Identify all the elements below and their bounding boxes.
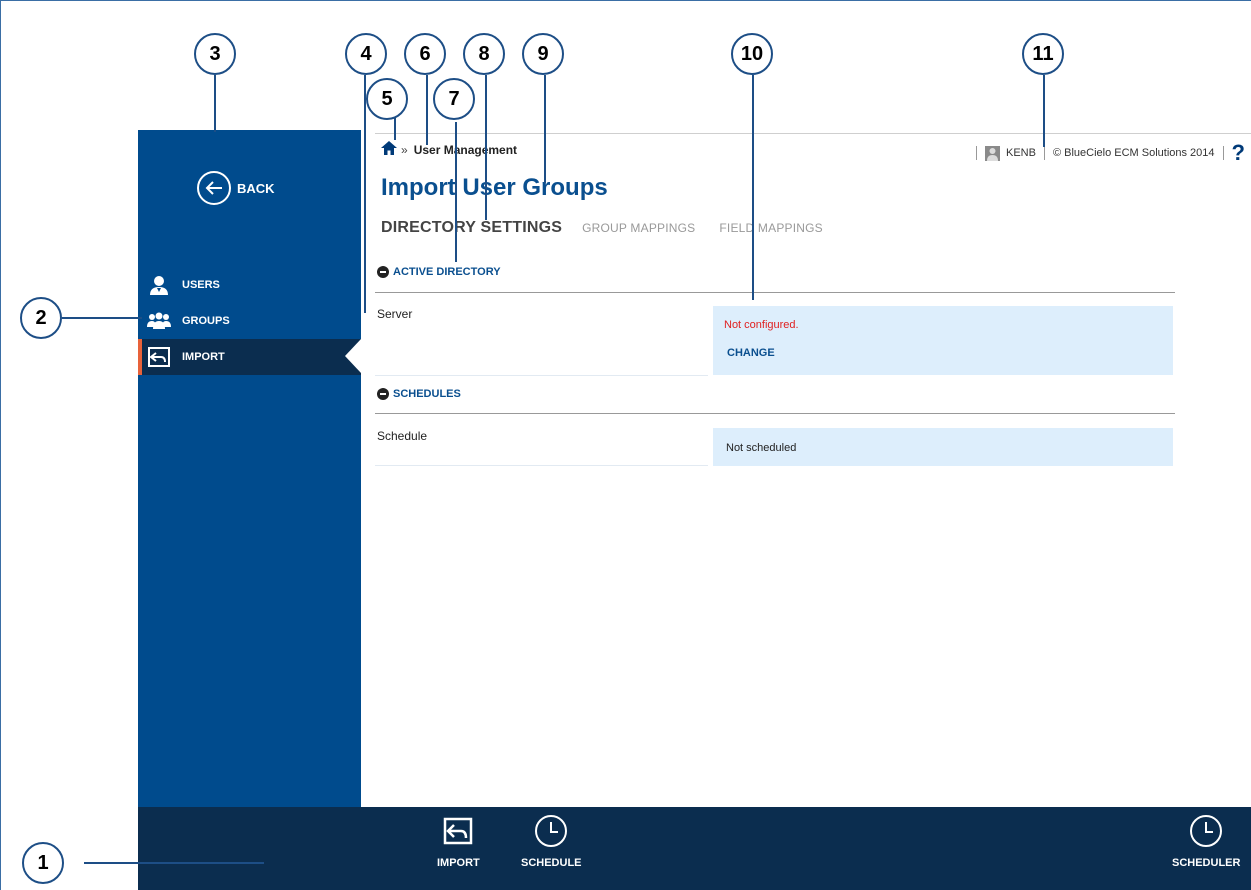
sidebar-item-users[interactable]: USERS xyxy=(138,267,361,303)
section-title: ACTIVE DIRECTORY xyxy=(393,266,501,278)
avatar[interactable] xyxy=(984,145,1000,161)
copyright-text: © BlueCielo ECM Solutions 2014 xyxy=(1052,147,1215,159)
divider xyxy=(1043,146,1045,160)
help-icon[interactable]: ? xyxy=(1232,140,1245,166)
callout-leader xyxy=(62,317,142,319)
groups-icon xyxy=(146,310,172,332)
sidebar-item-groups[interactable]: GROUPS xyxy=(138,303,361,339)
sidebar-item-label: GROUPS xyxy=(182,315,230,327)
bottom-import-button[interactable]: IMPORT xyxy=(437,813,480,869)
callout-badge: 2 xyxy=(20,297,62,339)
username[interactable]: KENB xyxy=(1006,147,1036,159)
callout-leader xyxy=(1043,75,1045,147)
bottom-import-label: IMPORT xyxy=(437,857,480,869)
callout-leader xyxy=(485,75,487,220)
callout-badge: 4 xyxy=(345,33,387,75)
schedule-value: Not scheduled xyxy=(726,442,797,454)
tab-field-mappings[interactable]: FIELD MAPPINGS xyxy=(719,221,823,235)
callout-leader xyxy=(364,75,366,313)
schedule-value-box: Not scheduled xyxy=(713,428,1173,466)
divider xyxy=(1222,146,1224,160)
server-status: Not configured. xyxy=(724,319,799,331)
breadcrumb-current[interactable]: User Management xyxy=(414,143,517,157)
back-arrow-icon xyxy=(197,171,231,205)
callout-badge: 7 xyxy=(433,78,475,120)
callout-leader xyxy=(455,122,457,262)
section-active-directory-header[interactable]: ACTIVE DIRECTORY xyxy=(377,266,501,278)
callout-badge: 1 xyxy=(22,842,64,884)
active-item-notch xyxy=(345,339,361,373)
divider xyxy=(975,146,977,160)
frame-left-border xyxy=(0,0,1,890)
user-icon xyxy=(146,274,172,296)
server-value-box: Not configured. CHANGE xyxy=(713,306,1173,375)
bottom-scheduler-label: SCHEDULER xyxy=(1172,857,1241,869)
import-icon xyxy=(438,813,478,849)
frame-top-border xyxy=(0,0,1251,1)
field-divider xyxy=(375,465,708,466)
collapse-icon xyxy=(377,388,389,400)
callout-badge: 8 xyxy=(463,33,505,75)
callout-leader xyxy=(426,75,428,145)
bottom-schedule-button[interactable]: SCHEDULE xyxy=(521,813,582,869)
sidebar-item-label: IMPORT xyxy=(182,351,225,363)
section-divider xyxy=(375,292,1175,293)
callout-leader xyxy=(84,862,264,864)
callout-badge: 11 xyxy=(1022,33,1064,75)
section-title: SCHEDULES xyxy=(393,388,461,400)
sidebar xyxy=(138,130,361,807)
schedule-label: Schedule xyxy=(377,429,428,443)
import-icon xyxy=(146,346,172,368)
sidebar-item-import[interactable]: IMPORT xyxy=(138,339,361,375)
callout-leader xyxy=(752,75,754,300)
clock-icon xyxy=(1186,813,1226,849)
callout-badge: 5 xyxy=(366,78,408,120)
tab-directory-settings[interactable]: DIRECTORY SETTINGS xyxy=(381,219,562,237)
callout-leader xyxy=(544,75,546,183)
breadcrumb-separator: » xyxy=(401,142,408,157)
back-button[interactable]: BACK xyxy=(197,171,275,205)
tab-bar: DIRECTORY SETTINGS GROUP MAPPINGS FIELD … xyxy=(381,219,847,237)
page-title: Import User Groups xyxy=(381,174,608,201)
bottom-app-bar xyxy=(138,807,1251,890)
header-divider xyxy=(375,133,1251,134)
callout-badge: 10 xyxy=(731,33,773,75)
home-icon[interactable] xyxy=(381,141,397,158)
back-label: BACK xyxy=(237,180,275,196)
callout-badge: 3 xyxy=(194,33,236,75)
header-user-area: KENB © BlueCielo ECM Solutions 2014 ? xyxy=(968,140,1245,166)
collapse-icon xyxy=(377,266,389,278)
bottom-schedule-label: SCHEDULE xyxy=(521,857,582,869)
section-schedules-header[interactable]: SCHEDULES xyxy=(377,388,461,400)
callout-badge: 9 xyxy=(522,33,564,75)
clock-icon xyxy=(531,813,571,849)
callout-leader xyxy=(214,75,216,132)
field-divider xyxy=(375,375,708,376)
change-server-link[interactable]: CHANGE xyxy=(727,347,775,359)
callout-badge: 6 xyxy=(404,33,446,75)
sidebar-item-label: USERS xyxy=(182,279,220,291)
server-label: Server xyxy=(377,307,413,321)
bottom-scheduler-button[interactable]: SCHEDULER xyxy=(1172,813,1240,869)
section-divider xyxy=(375,413,1175,414)
breadcrumb: » User Management xyxy=(381,141,517,158)
tab-group-mappings[interactable]: GROUP MAPPINGS xyxy=(582,221,695,235)
